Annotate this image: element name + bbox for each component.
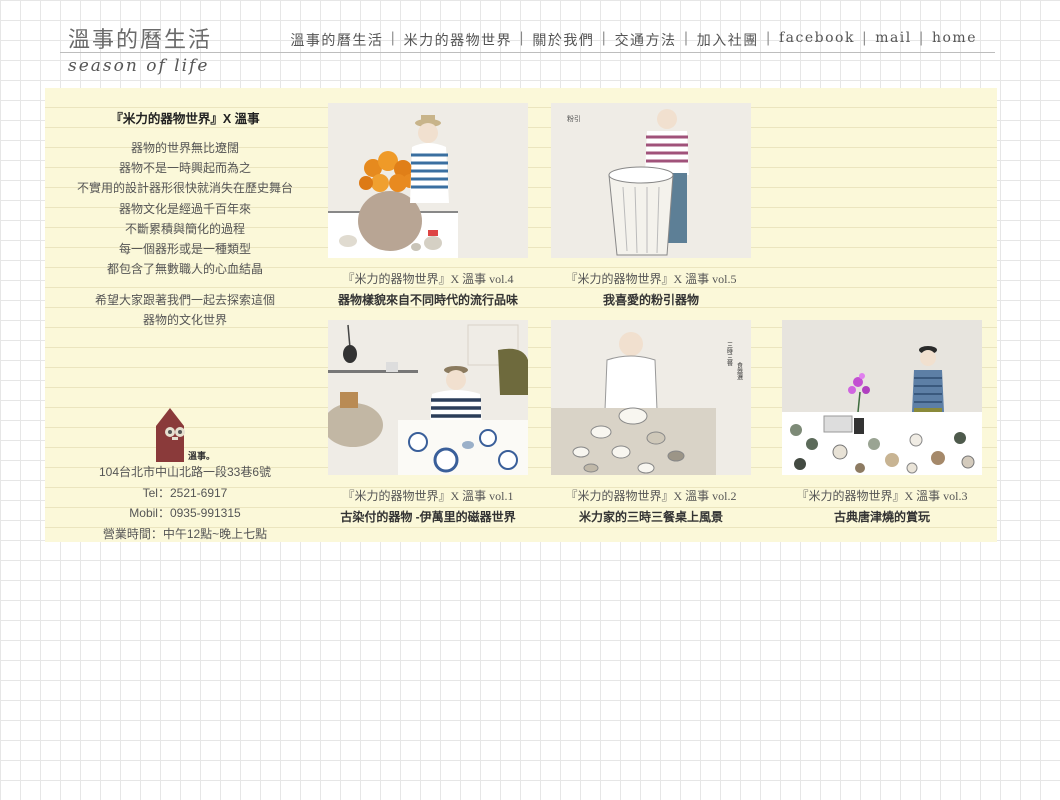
intro-line: 都包含了無數職人的心血結晶 xyxy=(106,262,263,277)
site-logo-chinese[interactable]: 溫事的曆生活 xyxy=(68,22,212,54)
address: 104台北市中山北路一段33巷6號 xyxy=(98,465,272,479)
article-title[interactable]: 米力家的三時三餐桌上風景 xyxy=(551,508,751,525)
nav-item-about[interactable]: 關於我們 xyxy=(525,30,601,50)
article-volume[interactable]: 『米力的器物世界』X 溫事 vol.3 xyxy=(782,487,982,504)
site-header: 溫事的曆生活 season of life 溫事的曆生活 | 米力的器物世界 | 關… xyxy=(0,0,1060,88)
intro-line: 希望大家跟著我們一起去探索這個 xyxy=(94,293,275,307)
nav-item-join-club[interactable]: 加入社團 xyxy=(690,30,766,50)
article-card-vol2[interactable]: 三時三餐 食器選 『米力的器物世界』X 溫事 vol.2 米力家的三時三餐桌上風… xyxy=(551,320,751,525)
intro-line: 器物的文化世界 xyxy=(142,313,227,328)
intro-invite-text: 希望大家跟著我們一起去探索這個 器物的文化世界 xyxy=(45,290,325,330)
thumb-label: 食器選 xyxy=(736,361,743,381)
article-title[interactable]: 我喜愛的粉引器物 xyxy=(551,291,751,308)
intro-line: 器物不是一時興起而為之 xyxy=(118,161,251,176)
article-card-vol3[interactable]: 『米力的器物世界』X 溫事 vol.3 古典唐津燒的賞玩 xyxy=(782,320,982,525)
nav-item-season-life[interactable]: 溫事的曆生活 xyxy=(283,30,390,50)
article-title[interactable]: 器物樣貌來自不同時代的流行品味 xyxy=(328,291,528,308)
article-volume[interactable]: 『米力的器物世界』X 溫事 vol.4 xyxy=(328,270,528,287)
intro-line: 每一個器形或是一種類型 xyxy=(118,242,251,257)
article-thumbnail[interactable]: 三時三餐 食器選 xyxy=(551,320,751,475)
article-title[interactable]: 古染付的器物 -伊萬里的磁器世界 xyxy=(328,508,528,525)
article-thumbnail[interactable] xyxy=(328,320,528,475)
intro-title: 『米力的器物世界』X 溫事 xyxy=(110,112,260,126)
article-title[interactable]: 古典唐津燒的賞玩 xyxy=(782,508,982,525)
nav-item-mili-world[interactable]: 米力的器物世界 xyxy=(397,30,520,50)
article-thumbnail[interactable]: 粉引 xyxy=(551,103,751,258)
header-divider xyxy=(60,52,995,53)
intro-line: 器物文化是經過千百年來 xyxy=(118,201,251,216)
article-volume[interactable]: 『米力的器物世界』X 溫事 vol.2 xyxy=(551,487,751,504)
thumb-label: 三時三餐 xyxy=(726,342,733,367)
intro-text: 器物的世界無比遼闊 器物不是一時興起而為之 不實用的設計器形很快就消失在歷史舞台… xyxy=(45,138,325,279)
top-nav: 溫事的曆生活 | 米力的器物世界 | 關於我們 | 交通方法 | 加入社團 | faceb… xyxy=(283,30,984,50)
article-thumbnail[interactable] xyxy=(782,320,982,475)
nav-item-facebook[interactable]: facebook xyxy=(772,30,862,50)
nav-item-mail[interactable]: mail xyxy=(868,30,919,50)
site-logo-english[interactable]: season of life xyxy=(68,56,209,76)
nav-item-transport[interactable]: 交通方法 xyxy=(608,30,684,50)
mobile: Mobil：0935-991315 xyxy=(129,506,241,520)
thumb-label: 粉引 xyxy=(567,114,581,123)
contact-info: 104台北市中山北路一段33巷6號 Tel：2521-6917 Mobil：09… xyxy=(45,462,325,544)
article-thumbnail[interactable] xyxy=(328,103,528,258)
article-card-vol4[interactable]: 『米力的器物世界』X 溫事 vol.4 器物樣貌來自不同時代的流行品味 xyxy=(328,103,528,308)
opening-hours: 營業時間：中午12點~晚上七點 xyxy=(102,526,268,541)
article-card-vol1[interactable]: 『米力的器物世界』X 溫事 vol.1 古染付的器物 -伊萬里的磁器世界 xyxy=(328,320,528,525)
intro-line: 不斷累積與簡化的過程 xyxy=(124,221,245,236)
article-volume[interactable]: 『米力的器物世界』X 溫事 vol.5 xyxy=(551,270,751,287)
content-panel: 『米力的器物世界』X 溫事 器物的世界無比遼闊 器物不是一時興起而為之 不實用的… xyxy=(45,88,997,542)
intro-line: 器物的世界無比遼闊 xyxy=(130,141,239,155)
telephone: Tel：2521-6917 xyxy=(142,485,228,500)
nav-item-home[interactable]: home xyxy=(925,30,984,50)
article-volume[interactable]: 『米力的器物世界』X 溫事 vol.1 xyxy=(328,487,528,504)
article-card-vol5[interactable]: 粉引 『米力的器物世界』X 溫事 vol.5 我喜愛的粉引器物 xyxy=(551,103,751,308)
shop-logo-text: 溫事。 xyxy=(188,451,216,461)
intro-line: 不實用的設計器形很快就消失在歷史舞台 xyxy=(76,181,293,196)
